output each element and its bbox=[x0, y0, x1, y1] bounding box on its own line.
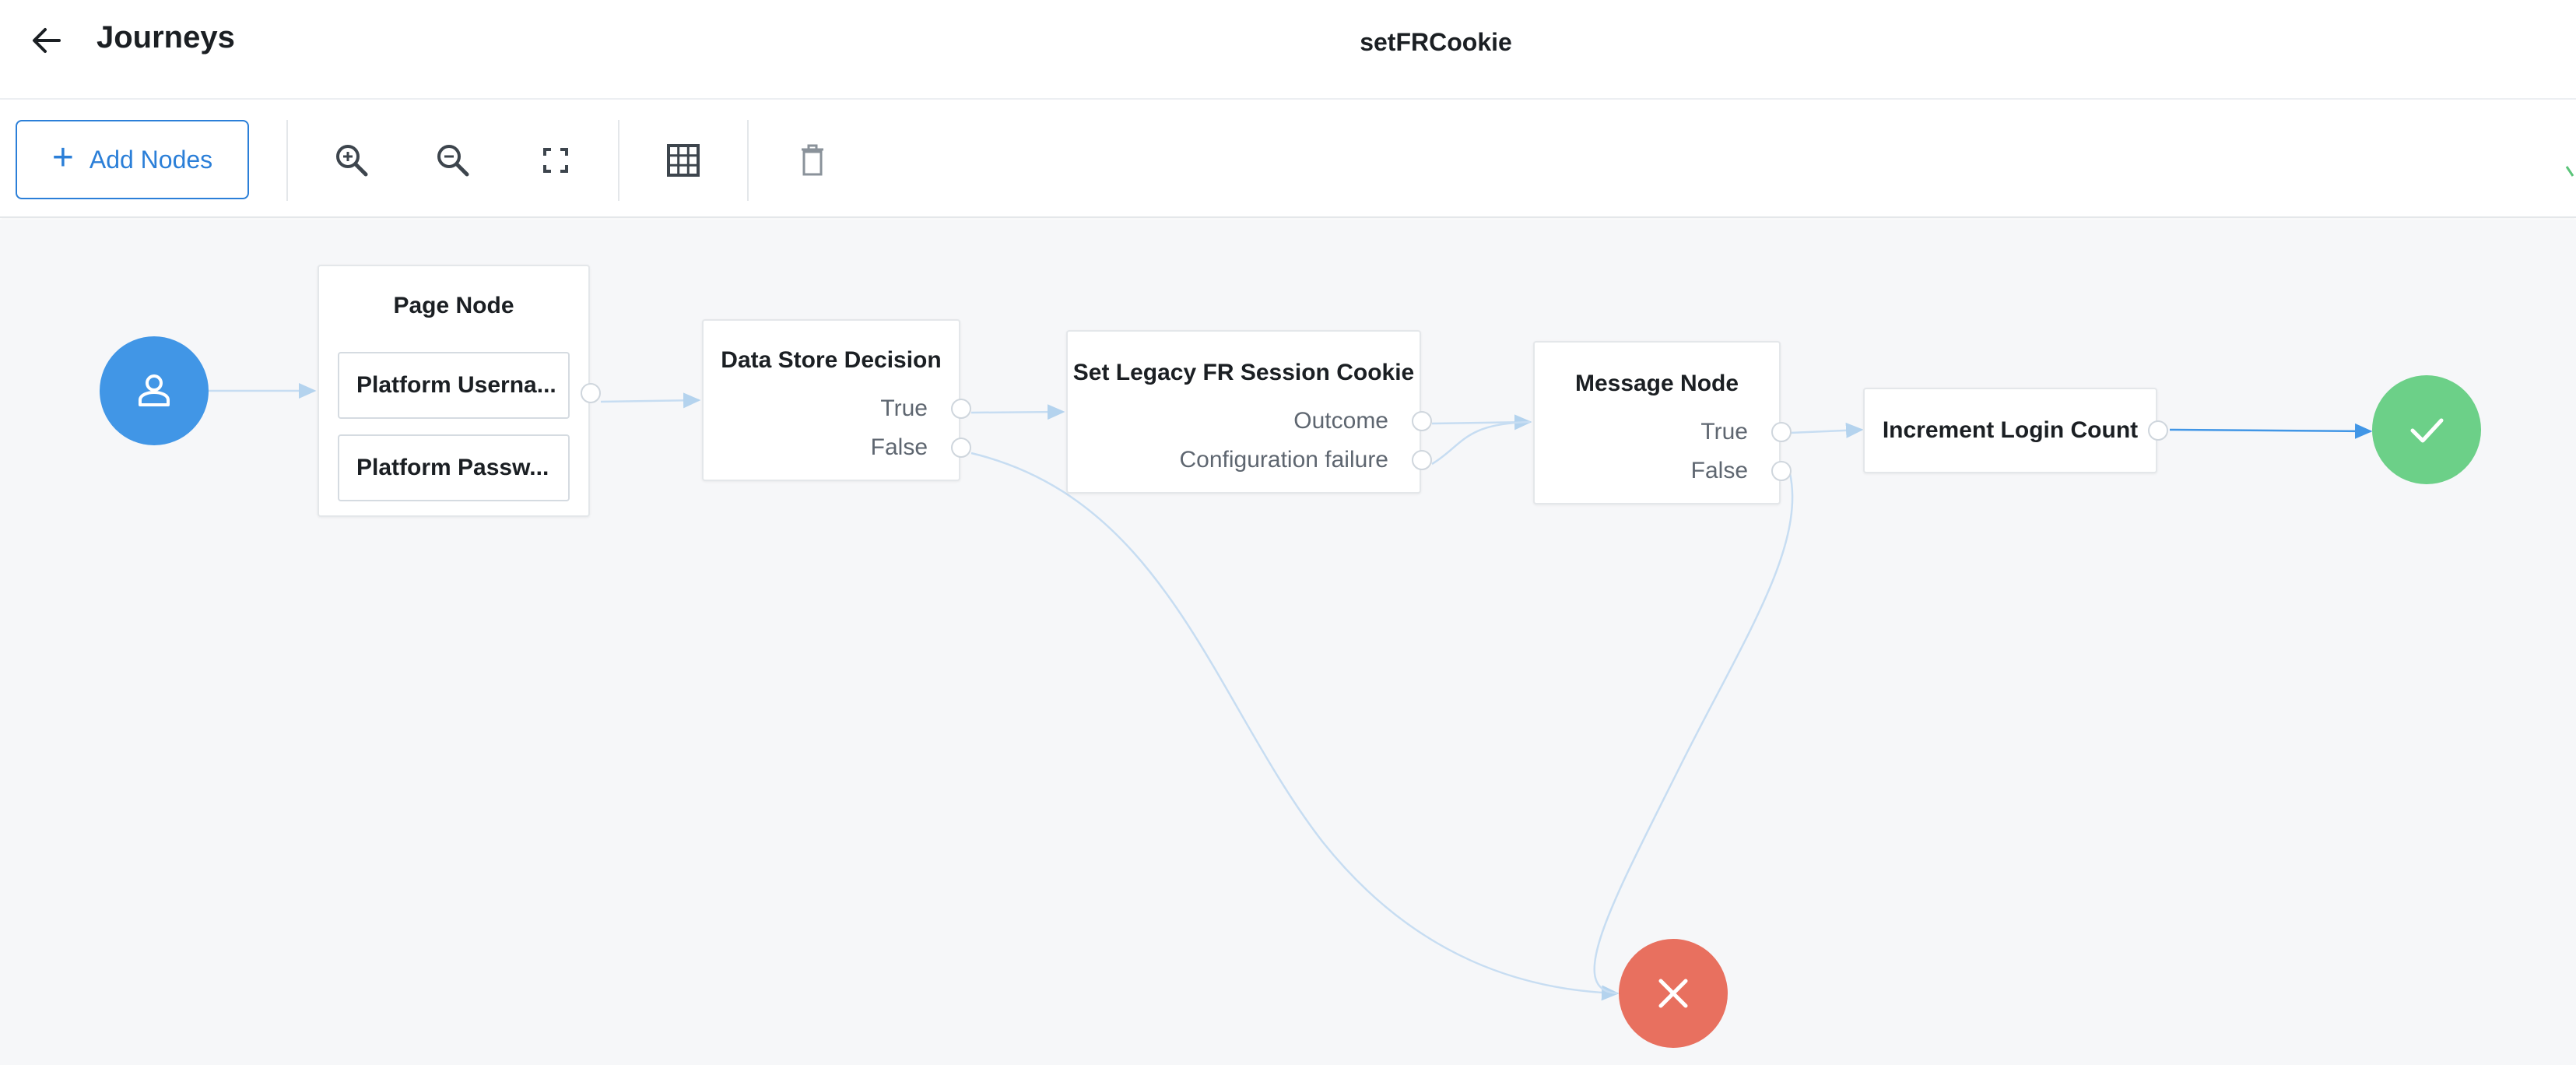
connector bbox=[600, 392, 701, 409]
outcome-configuration-failure: Configuration failure bbox=[1179, 447, 1389, 473]
zoom-out-icon bbox=[437, 145, 469, 177]
zoom-out-button[interactable] bbox=[433, 140, 473, 181]
toolbar: + Add Nodes bbox=[0, 100, 2576, 218]
check-icon bbox=[2565, 166, 2574, 177]
outcome-port-configuration-failure[interactable] bbox=[1412, 450, 1432, 470]
trash-icon bbox=[802, 144, 823, 176]
close-icon bbox=[1658, 979, 1688, 1008]
message-node[interactable]: Message Node True False bbox=[1533, 341, 1792, 504]
check-icon bbox=[2410, 418, 2444, 443]
platform-password-node[interactable]: Platform Passw... bbox=[338, 434, 570, 501]
outcome-false: False bbox=[1690, 458, 1748, 483]
zoom-in-icon bbox=[336, 145, 368, 177]
grid-icon bbox=[667, 144, 700, 177]
page-node[interactable]: Page Node Platform Userna... Platform Pa… bbox=[318, 265, 601, 517]
grid-button[interactable] bbox=[663, 140, 704, 181]
delete-button[interactable] bbox=[792, 140, 833, 181]
node-port[interactable] bbox=[581, 383, 601, 403]
data-store-decision-node[interactable]: Data Store Decision True False bbox=[702, 319, 971, 481]
outcome-outcome: Outcome bbox=[1293, 408, 1388, 434]
failure-node[interactable] bbox=[1619, 939, 1728, 1048]
node-title: Page Node bbox=[393, 293, 514, 318]
success-node[interactable] bbox=[2372, 375, 2481, 484]
node-port[interactable] bbox=[2148, 420, 2168, 441]
connector bbox=[970, 404, 1065, 420]
zoom-in-button[interactable] bbox=[332, 140, 372, 181]
node-title: Message Node bbox=[1574, 371, 1739, 396]
toolbar-divider bbox=[618, 120, 619, 201]
outcome-true: True bbox=[1700, 419, 1748, 445]
connector bbox=[1789, 422, 1864, 438]
user-icon bbox=[139, 374, 170, 406]
node-title: Data Store Decision bbox=[721, 347, 942, 373]
journey-canvas[interactable]: Page Node Platform Userna... Platform Pa… bbox=[0, 220, 2576, 1065]
node-title: Set Legacy FR Session Cookie bbox=[1072, 360, 1415, 385]
journey-name: setFRCookie bbox=[1360, 28, 1512, 56]
connector bbox=[1431, 420, 1531, 466]
fit-screen-icon bbox=[543, 148, 568, 173]
increment-login-count-node[interactable]: Increment Login Count bbox=[1863, 388, 2168, 473]
app-header: Journeys setFRCookie bbox=[0, 0, 2576, 100]
platform-username-node[interactable]: Platform Userna... bbox=[338, 352, 570, 419]
outcome-true: True bbox=[880, 395, 928, 421]
toolbar-divider bbox=[747, 120, 749, 201]
connector bbox=[2169, 423, 2373, 439]
add-nodes-label: Add Nodes bbox=[89, 145, 213, 174]
set-legacy-fr-session-cookie-node[interactable]: Set Legacy FR Session Cookie Outcome Con… bbox=[1066, 330, 1432, 494]
connector bbox=[1593, 473, 1794, 995]
fit-screen-button[interactable] bbox=[535, 140, 576, 181]
outcome-port-true[interactable] bbox=[1771, 422, 1792, 442]
outcome-false: False bbox=[870, 434, 928, 460]
outcome-port-outcome[interactable] bbox=[1412, 411, 1432, 431]
outcome-port-false[interactable] bbox=[1771, 461, 1792, 481]
add-nodes-button[interactable]: + Add Nodes bbox=[16, 120, 249, 199]
node-title: Increment Login Count bbox=[1882, 417, 2139, 443]
connector bbox=[970, 452, 1620, 1001]
toolbar-divider bbox=[286, 120, 288, 201]
plus-icon: + bbox=[51, 137, 74, 178]
outcome-port-false[interactable] bbox=[951, 438, 971, 458]
start-node[interactable] bbox=[100, 336, 209, 445]
outcome-port-true[interactable] bbox=[951, 399, 971, 419]
